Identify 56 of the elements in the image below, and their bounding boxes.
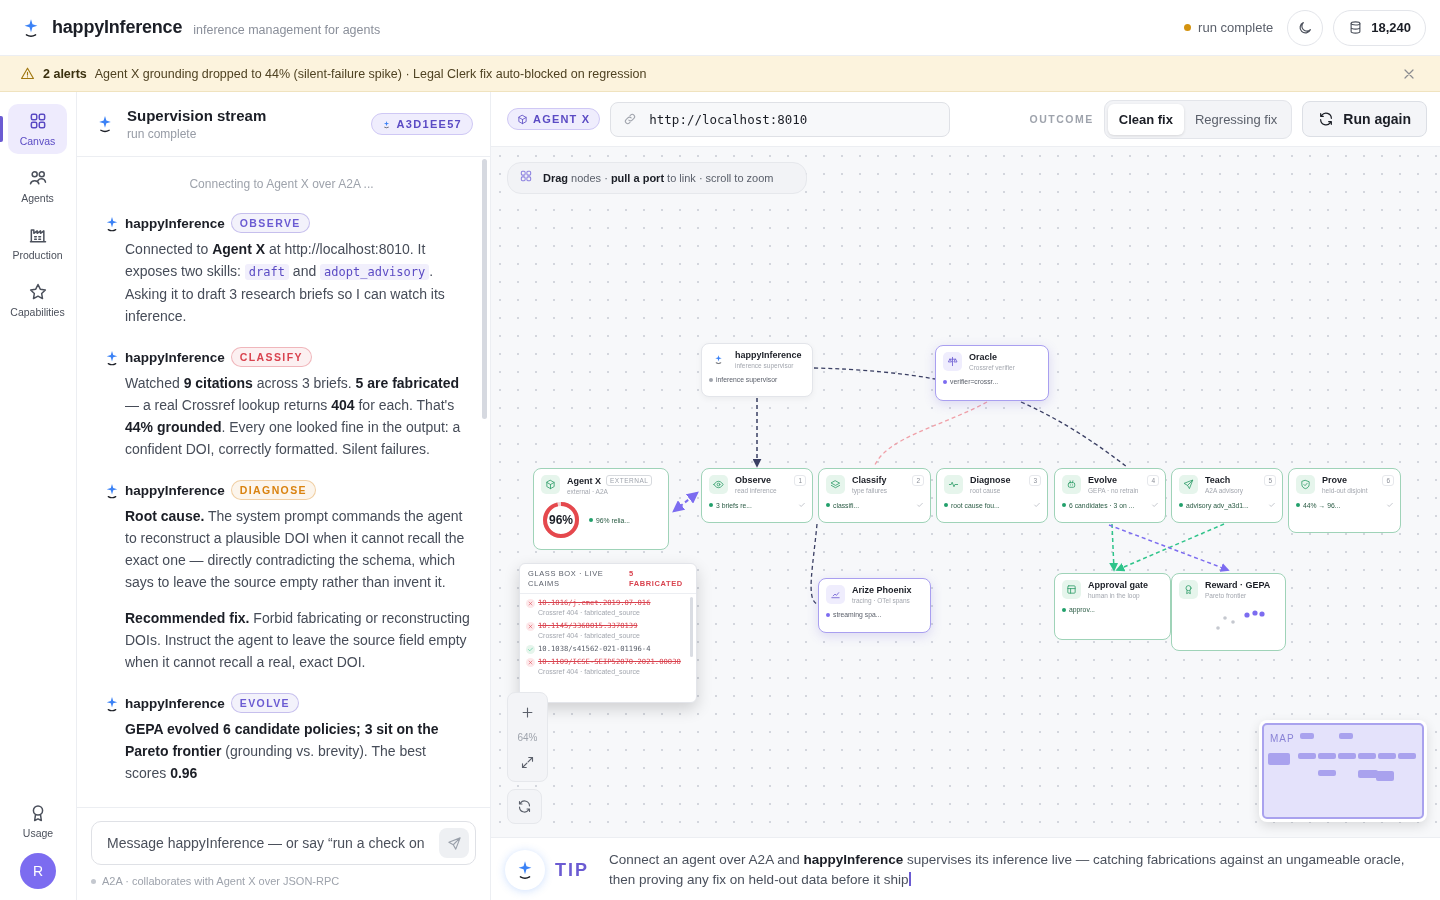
message-text: Watched 9 citations across 3 briefs. 5 are fabricated — a real Crossref lookup returns 404 for each. That's 44% grounded. Every one looked fine in the output: a confident DOI, correctly formatted. Silent failures.	[125, 374, 462, 459]
gauge-value: 96%	[548, 513, 574, 527]
node-title: Teach	[1205, 475, 1231, 485]
run-status: run complete	[1198, 20, 1274, 35]
tagline: inference management for agents	[193, 22, 381, 37]
node-title: Diagnose	[970, 475, 1011, 485]
token-counter[interactable]: 18,240	[1333, 9, 1426, 46]
node-title: Oracle	[969, 352, 998, 362]
stage-tag: EVOLVE	[230, 693, 299, 713]
node-title: Approval gate	[1088, 580, 1148, 590]
message-author: happyInference	[125, 215, 225, 231]
nav-item[interactable]: Canvas	[8, 104, 67, 154]
node-title: Evolve	[1088, 475, 1118, 485]
status-notice: Connecting to Agent X over A2A ...	[188, 177, 375, 191]
url-field[interactable]: http://localhost:8010	[647, 110, 938, 128]
message-field[interactable]: Message happyInference — or say “run a check on	[91, 821, 476, 865]
url-field[interactable]: http://localhost:8010	[610, 101, 951, 137]
node-title: happyInference	[735, 350, 802, 360]
zoom-level: 64%	[517, 731, 538, 743]
outcome-tab[interactable]: Regressing fix	[1183, 103, 1289, 135]
message-text: Root cause. The system prompt commands the agent to reconstruct a plausible DOI when it cannot recall the exact one — directly contradicting the schema, which says to leave the source empty rather than invent it.	[125, 507, 466, 592]
panel-title: Supervision stream	[127, 107, 268, 124]
message-text: Connected to Agent X at http://localhost:8010. It exposes two skills: draft and adopt_advisory . Asking it to draft 3 research briefs so I can watch its inference.	[125, 240, 446, 326]
tip-text: Connect an agent over A2A and happyInference supervises its inference live — catching fabrications against an ungameable oracle, then proving any fix on held-out data before it ship	[608, 851, 1406, 889]
tip-label: TIP	[555, 859, 589, 881]
outcome-tab[interactable]: Clean fix	[1107, 103, 1184, 135]
connection-note: A2A · collaborates with Agent X over JSON-RPC	[102, 875, 340, 887]
stage-tag: OBSERVE	[230, 213, 310, 233]
nav-item[interactable]: Agents	[8, 161, 67, 211]
alert-message: Agent X grounding dropped to 44% (silent-failure spike) · Legal Clerk fix auto-blocked on regression	[94, 66, 648, 81]
stage-tag: DIAGNOSE	[230, 480, 316, 500]
alert-count: 2 alerts	[43, 66, 87, 81]
node-title: Reward · GEPA	[1205, 580, 1271, 590]
panel-subtitle: run complete	[127, 127, 198, 141]
node-title: Classify	[852, 475, 887, 485]
run-id-badge: A3D1EE57	[370, 113, 473, 135]
node-title: Arize Phoenix	[852, 585, 912, 595]
usage-nav-item[interactable]: Usage	[22, 803, 54, 839]
message-text: Recommended fix. Forbid fabricating or reconstructing DOIs. Instruct the agent to leave the source field empty when it cannot recall a real, exact DOI.	[125, 609, 470, 672]
canvas-hint: Drag nodes · pull a port to link · scroll to zoom	[507, 162, 807, 194]
message-author: happyInference	[125, 349, 225, 365]
message-author: happyInference	[125, 482, 225, 498]
run-again-button[interactable]: Run again	[1302, 101, 1427, 137]
nav-item[interactable]: Production	[8, 218, 67, 268]
outcome-label: OUTCOME	[1029, 113, 1094, 125]
node-title: Observe	[735, 475, 772, 485]
message-author: happyInference	[125, 695, 225, 711]
avatar[interactable]: R	[20, 853, 56, 889]
stage-tag: CLASSIFY	[230, 347, 312, 367]
nav-item[interactable]: Capabilities	[8, 275, 67, 325]
node-title: Prove	[1322, 475, 1347, 485]
node-title: Agent X	[567, 475, 601, 486]
app-name: happyInference	[52, 17, 183, 38]
message-text: GEPA evolved 6 candidate policies; 3 sit on the Pareto frontier (grounding vs. brevity). The best scores 0.96	[125, 720, 440, 783]
agent-badge: AGENT X	[507, 108, 601, 130]
minimap-label: MAP	[1270, 733, 1295, 744]
